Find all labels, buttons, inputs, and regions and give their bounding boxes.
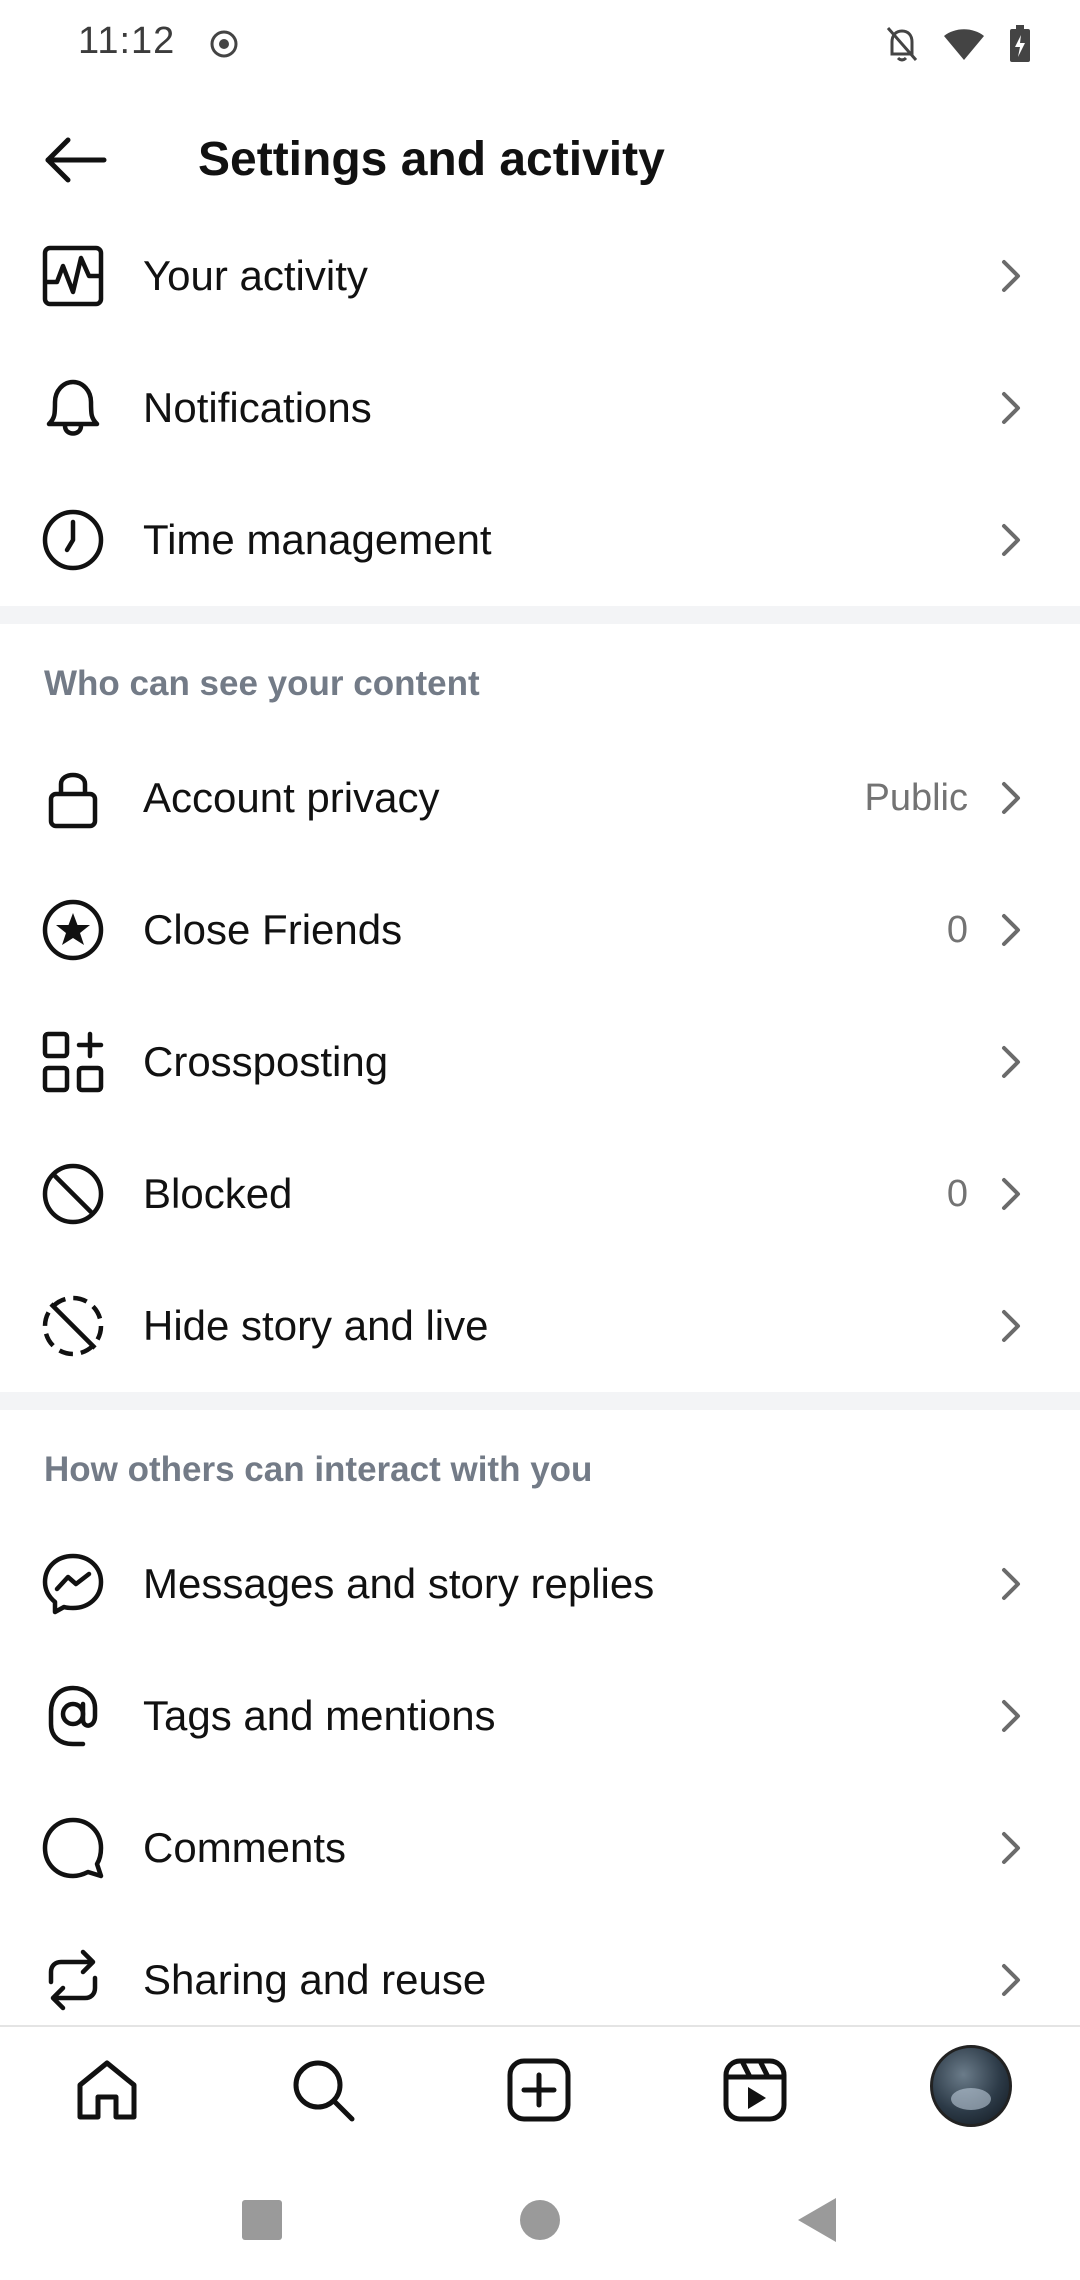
nav-create[interactable] <box>504 2055 574 2125</box>
create-icon <box>507 2058 571 2122</box>
settings-item-label: Close Friends <box>143 906 403 953</box>
chevron-right-icon <box>1002 1178 1020 1210</box>
settings-item-label: Your activity <box>143 252 368 299</box>
home-icon <box>77 2060 137 2120</box>
settings-item-label: Messages and story replies <box>143 1560 655 1607</box>
settings-item-close-friends[interactable]: Close Friends 0 <box>0 864 1080 996</box>
activity-icon <box>40 243 106 309</box>
settings-screen: 11:12 Settings and activity Your activit… <box>0 0 1080 2280</box>
settings-item-your-activity[interactable]: Your activity <box>0 210 1080 342</box>
settings-item-value: Public <box>864 777 969 819</box>
settings-item-value: 0 <box>946 909 968 951</box>
reels-icon <box>723 2058 787 2122</box>
chevron-right-icon <box>1002 524 1020 556</box>
page-title: Settings and activity <box>198 133 665 186</box>
chevron-right-icon <box>1002 1310 1020 1342</box>
at-sign-icon <box>40 1683 106 1749</box>
back-button-system[interactable] <box>788 2190 848 2250</box>
settings-item-label: Hide story and live <box>143 1302 489 1349</box>
header: Settings and activity <box>0 110 1080 210</box>
nav-home[interactable] <box>72 2055 142 2125</box>
section-header: Who can see your content <box>0 624 1080 732</box>
settings-item-label: Account privacy <box>143 774 440 821</box>
settings-item-notifications[interactable]: Notifications <box>0 342 1080 474</box>
settings-item-tags-and-mentions[interactable]: Tags and mentions <box>0 1650 1080 1782</box>
chevron-right-icon <box>1002 260 1020 292</box>
section-divider <box>0 606 1080 624</box>
settings-item-hide-story-and-live[interactable]: Hide story and live <box>0 1260 1080 1392</box>
settings-item-time-management[interactable]: Time management <box>0 474 1080 606</box>
settings-item-label: Blocked <box>143 1170 293 1217</box>
status-icons <box>884 22 1032 66</box>
section-header-label: How others can interact with you <box>44 1450 593 1489</box>
hide-story-icon <box>40 1293 106 1359</box>
nav-reels[interactable] <box>720 2055 790 2125</box>
settings-item-label: Crossposting <box>143 1038 389 1085</box>
section-header-label: Who can see your content <box>44 664 480 703</box>
recents-button[interactable] <box>232 2190 292 2250</box>
settings-item-value: 0 <box>946 1173 968 1215</box>
chevron-right-icon <box>1002 1568 1020 1600</box>
clock-icon <box>40 507 106 573</box>
settings-item-label: Tags and mentions <box>143 1692 496 1739</box>
system-nav-bar <box>0 2150 1080 2280</box>
settings-list: Your activity Notifications Time managem… <box>0 210 1080 2025</box>
triangle-back-icon <box>798 2198 836 2242</box>
battery-charging-icon <box>1010 25 1030 62</box>
arrow-left-icon <box>45 137 107 183</box>
grid-plus-icon <box>40 1029 106 1095</box>
chevron-right-icon <box>1002 392 1020 424</box>
settings-item-label: Comments <box>143 1824 347 1871</box>
chevron-right-icon <box>1002 1964 1020 1996</box>
blocked-icon <box>40 1161 106 1227</box>
messenger-icon <box>40 1551 106 1617</box>
settings-item-blocked[interactable]: Blocked 0 <box>0 1128 1080 1260</box>
chevron-right-icon <box>1002 1046 1020 1078</box>
notifications-off-icon <box>886 27 918 62</box>
settings-item-account-privacy[interactable]: Account privacy Public <box>0 732 1080 864</box>
avatar-image <box>951 2088 991 2110</box>
settings-item-messages-and-story-replies[interactable]: Messages and story replies <box>0 1518 1080 1650</box>
section-header: How others can interact with you <box>0 1410 1080 1518</box>
nav-search[interactable] <box>288 2055 358 2125</box>
share-reuse-icon <box>40 1947 106 2013</box>
back-button[interactable] <box>40 130 112 190</box>
settings-item-label: Time management <box>143 516 492 563</box>
chevron-right-icon <box>1002 782 1020 814</box>
bottom-nav <box>0 2025 1080 2152</box>
chevron-right-icon <box>1002 914 1020 946</box>
star-circle-icon <box>40 897 106 963</box>
record-icon <box>210 30 238 58</box>
status-bar: 11:12 <box>0 0 1080 88</box>
settings-item-label: Notifications <box>143 384 372 431</box>
profile-avatar[interactable] <box>930 2045 1012 2127</box>
bell-icon <box>40 375 106 441</box>
wifi-icon <box>944 29 984 60</box>
home-button[interactable] <box>510 2190 570 2250</box>
settings-item-comments[interactable]: Comments <box>0 1782 1080 1914</box>
settings-item-label: Sharing and reuse <box>143 1956 487 2003</box>
settings-item-sharing-and-reuse[interactable]: Sharing and reuse <box>0 1914 1080 2025</box>
lock-icon <box>40 765 106 831</box>
section-divider <box>0 1392 1080 1410</box>
status-time: 11:12 <box>78 20 176 62</box>
chevron-right-icon <box>1002 1700 1020 1732</box>
chevron-right-icon <box>1002 1832 1020 1864</box>
settings-item-crossposting[interactable]: Crossposting <box>0 996 1080 1128</box>
circle-icon <box>520 2200 560 2240</box>
comment-icon <box>40 1815 106 1881</box>
square-icon <box>242 2200 282 2240</box>
search-icon <box>293 2060 355 2122</box>
